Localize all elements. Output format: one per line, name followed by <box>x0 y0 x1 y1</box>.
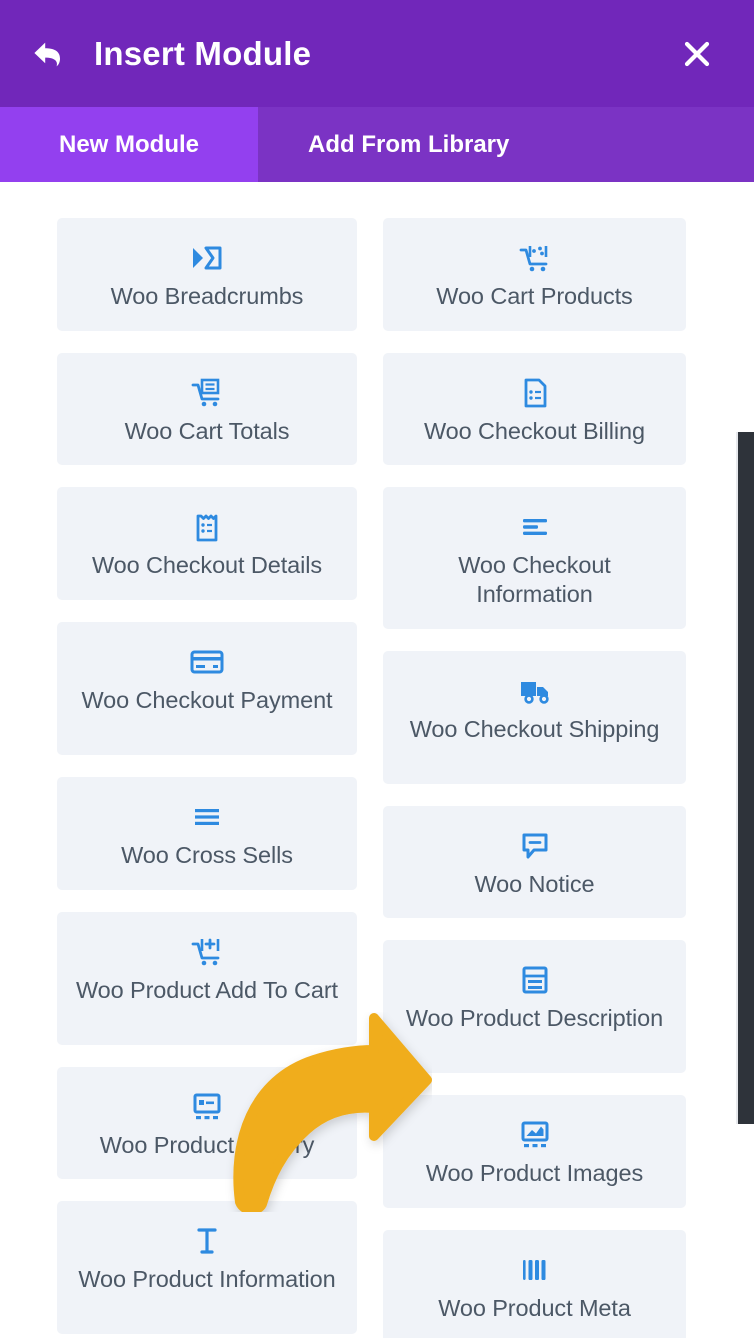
module-label: Woo Product Gallery <box>99 1131 315 1158</box>
tab-add-from-library[interactable]: Add From Library <box>258 107 754 182</box>
billing-document-icon <box>521 375 549 411</box>
module-label: Woo Product Information <box>78 1266 336 1293</box>
module-label: Woo Checkout Shipping <box>409 715 660 742</box>
tab-add-from-library-label: Add From Library <box>308 130 510 158</box>
insert-module-dialog: Insert Module New Module Add From Librar… <box>0 0 754 1338</box>
module-tile-woo-product-meta[interactable]: Woo Product Meta <box>383 1229 686 1338</box>
module-list-area: Woo Breadcrumbs Woo Cart Totals Woo Chec… <box>0 182 754 1338</box>
vertical-scrollbar[interactable] <box>736 432 754 1124</box>
module-column-left: Woo Breadcrumbs Woo Cart Totals Woo Chec… <box>57 218 357 1338</box>
module-label: Woo Checkout Information <box>458 552 611 607</box>
module-tile-woo-checkout-payment[interactable]: Woo Checkout Payment <box>57 621 357 755</box>
module-label: Woo Checkout Billing <box>424 417 645 444</box>
module-column-right: Woo Cart Products Woo Checkout Billing W… <box>383 218 686 1338</box>
cart-totals-icon <box>191 375 223 411</box>
description-icon <box>521 962 549 998</box>
module-tile-woo-cross-sells[interactable]: Woo Cross Sells <box>57 776 357 890</box>
module-tile-woo-product-information[interactable]: Woo Product Information <box>57 1201 357 1335</box>
module-tile-woo-checkout-shipping[interactable]: Woo Checkout Shipping <box>383 650 686 784</box>
page-title: Insert Module <box>94 34 312 72</box>
images-icon <box>519 1117 551 1153</box>
module-label: Woo Checkout Details <box>91 552 323 579</box>
module-tile-woo-checkout-billing[interactable]: Woo Checkout Billing <box>383 352 686 466</box>
module-label: Woo Checkout Payment <box>81 686 333 713</box>
module-label: Woo Product Description <box>405 1005 664 1032</box>
tab-new-module-label: New Module <box>58 130 199 158</box>
module-label: Woo Product Images <box>425 1160 644 1187</box>
module-tile-woo-product-add-to-cart[interactable]: Woo Product Add To Cart <box>57 911 357 1045</box>
module-grid: Woo Breadcrumbs Woo Cart Totals Woo Chec… <box>57 218 697 1338</box>
module-label: Woo Product Meta <box>438 1294 631 1321</box>
cart-products-icon <box>519 240 551 276</box>
module-label: Woo Notice <box>474 870 595 897</box>
module-tile-woo-cart-totals[interactable]: Woo Cart Totals <box>57 352 357 466</box>
module-label: Woo Cart Products <box>436 283 633 309</box>
module-tile-woo-checkout-information[interactable]: Woo Checkout Information <box>383 487 686 629</box>
module-tile-woo-checkout-details[interactable]: Woo Checkout Details <box>57 487 357 600</box>
credit-card-icon <box>190 644 224 680</box>
tab-new-module[interactable]: New Module <box>0 107 258 182</box>
text-cursor-icon <box>193 1223 221 1259</box>
shipping-truck-icon <box>518 673 552 709</box>
gallery-icon <box>191 1089 223 1125</box>
scrollbar-thumb[interactable] <box>736 432 754 1124</box>
module-tile-woo-product-description[interactable]: Woo Product Description <box>383 940 686 1074</box>
barcode-icon <box>520 1252 550 1288</box>
module-tile-woo-breadcrumbs[interactable]: Woo Breadcrumbs <box>57 218 357 331</box>
module-label: Woo Product Add To Cart <box>75 976 338 1003</box>
close-icon[interactable] <box>674 31 720 77</box>
tab-bar: New Module Add From Library <box>0 107 754 182</box>
breadcrumbs-icon <box>191 240 223 276</box>
module-label: Woo Cross Sells <box>121 841 293 868</box>
align-lines-icon <box>520 509 550 545</box>
module-tile-woo-product-images[interactable]: Woo Product Images <box>383 1095 686 1208</box>
checkout-details-icon <box>193 509 221 545</box>
module-tile-woo-notice[interactable]: Woo Notice <box>383 805 686 919</box>
cart-add-icon <box>191 934 223 970</box>
dialog-header: Insert Module <box>0 0 754 107</box>
list-lines-icon <box>192 799 222 835</box>
notice-bubble-icon <box>520 828 550 864</box>
module-label: Woo Cart Totals <box>124 417 290 444</box>
module-tile-woo-cart-products[interactable]: Woo Cart Products <box>383 218 686 331</box>
module-tile-woo-product-gallery[interactable]: Woo Product Gallery <box>57 1066 357 1180</box>
module-label: Woo Breadcrumbs <box>110 283 304 309</box>
back-arrow-icon[interactable] <box>26 31 72 77</box>
